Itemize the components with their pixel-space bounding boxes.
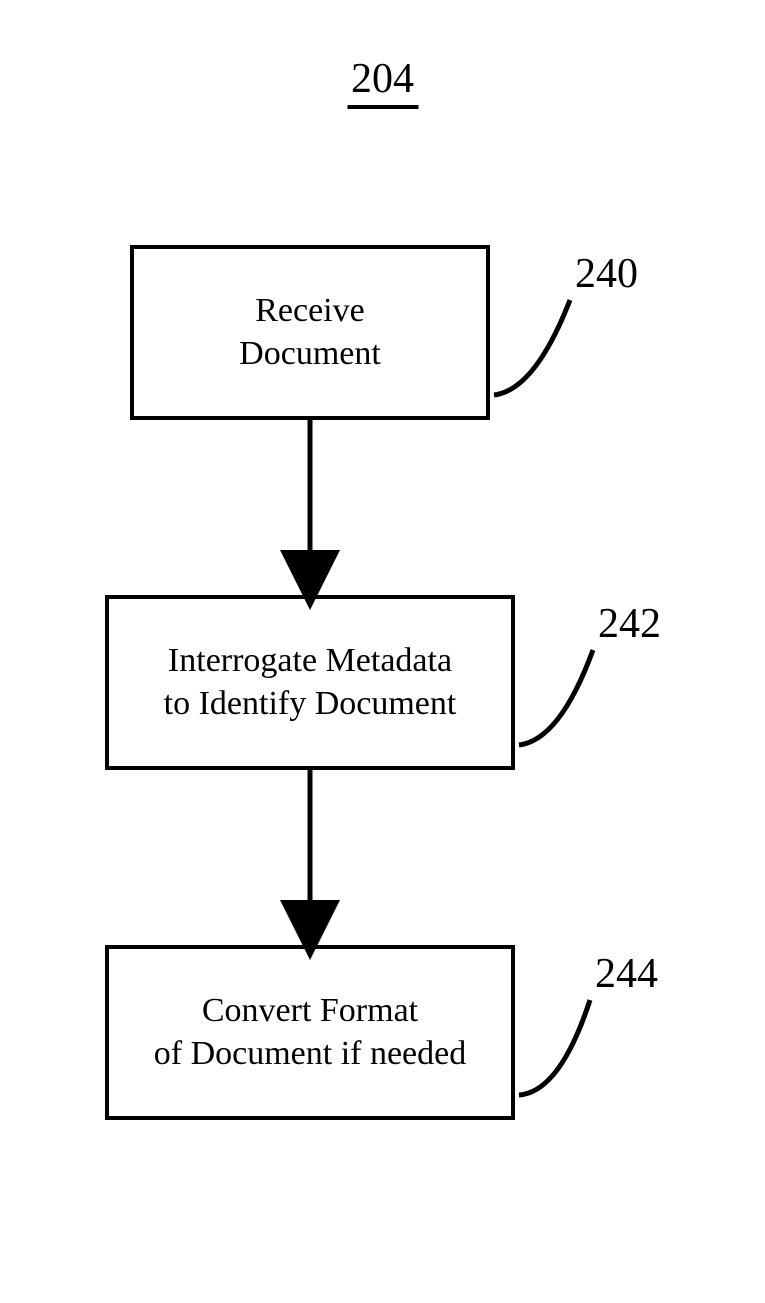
step-interrogate-metadata: Interrogate Metadatato Identify Document bbox=[105, 595, 515, 770]
step-text: Interrogate Metadatato Identify Document bbox=[164, 640, 457, 725]
callout-240 bbox=[494, 300, 570, 395]
step-text: ReceiveDocument bbox=[239, 290, 381, 375]
step-text: Convert Formatof Document if needed bbox=[154, 990, 467, 1075]
callout-244 bbox=[519, 1000, 590, 1095]
step-ref-244: 244 bbox=[595, 950, 658, 998]
step-receive-document: ReceiveDocument bbox=[130, 245, 490, 420]
step-convert-format: Convert Formatof Document if needed bbox=[105, 945, 515, 1120]
step-ref-240: 240 bbox=[575, 250, 638, 298]
callout-242 bbox=[519, 650, 593, 745]
figure-number: 204 bbox=[347, 55, 418, 109]
step-ref-242: 242 bbox=[598, 600, 661, 648]
